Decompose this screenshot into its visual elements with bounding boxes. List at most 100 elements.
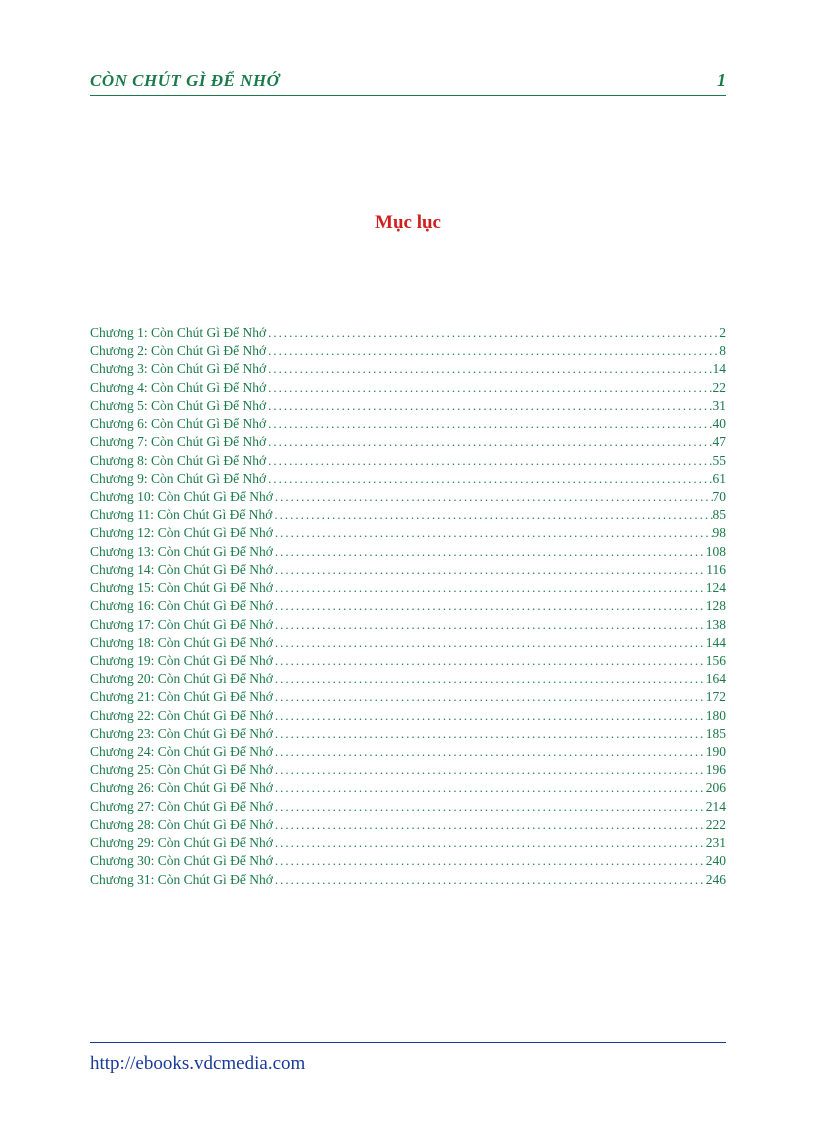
toc-leader-dots	[266, 433, 712, 451]
toc-entry[interactable]: Chương 2: Còn Chút Gì Để Nhớ8	[90, 342, 726, 360]
toc-heading: Mục lục	[90, 212, 726, 234]
toc-entry-label: Chương 5: Còn Chút Gì Để Nhớ	[90, 397, 266, 415]
toc-entry-page: 70	[713, 488, 727, 506]
toc-entry[interactable]: Chương 14: Còn Chút Gì Để Nhớ 116	[90, 561, 726, 579]
toc-entry-label: Chương 22: Còn Chút Gì Để Nhớ	[90, 707, 273, 725]
toc-entry[interactable]: Chương 16: Còn Chút Gì Để Nhớ 128	[90, 597, 726, 615]
toc-entry[interactable]: Chương 31: Còn Chút Gì Để Nhớ246	[90, 871, 726, 889]
toc-entry-label: Chương 29: Còn Chút Gì Để Nhớ	[90, 834, 273, 852]
toc-entry[interactable]: Chương 9: Còn Chút Gì Để Nhớ61	[90, 470, 726, 488]
toc-leader-dots	[273, 871, 706, 889]
page-header: CÒN CHÚT GÌ ĐỂ NHỚ 1	[90, 70, 726, 96]
toc-leader-dots	[273, 634, 706, 652]
toc-entry[interactable]: Chương 4: Còn Chút Gì Để Nhớ22	[90, 379, 726, 397]
toc-entry-label: Chương 15: Còn Chút Gì Để Nhớ	[90, 579, 273, 597]
toc-leader-dots	[273, 834, 706, 852]
toc-leader-dots	[273, 488, 713, 506]
toc-entry-page: 196	[706, 761, 726, 779]
toc-entry-page: 108	[706, 543, 726, 561]
toc-entry-label: Chương 14: Còn Chút Gì Để Nhớ	[90, 561, 273, 579]
toc-entry[interactable]: Chương 24: Còn Chút Gì Để Nhớ190	[90, 743, 726, 761]
toc-entry[interactable]: Chương 17: Còn Chút Gì Để Nhớ138	[90, 616, 726, 634]
toc-entry-page: 222	[706, 816, 726, 834]
toc-entry[interactable]: Chương 20: Còn Chút Gì Để Nhớ 164	[90, 670, 726, 688]
toc-leader-dots	[273, 561, 706, 579]
toc-leader-dots	[273, 688, 706, 706]
toc-entry-label: Chương 18: Còn Chút Gì Để Nhớ	[90, 634, 273, 652]
toc-leader-dots	[273, 616, 706, 634]
toc-entry[interactable]: Chương 27: Còn Chút Gì Để Nhớ 214	[90, 798, 726, 816]
toc-entry[interactable]: Chương 23: Còn Chút Gì Để Nhớ 185	[90, 725, 726, 743]
toc-entry-page: 185	[706, 725, 726, 743]
toc-entry-page: 55	[713, 452, 727, 470]
toc-entry[interactable]: Chương 11: Còn Chút Gì Để Nhớ85	[90, 506, 726, 524]
toc-entry[interactable]: Chương 12: Còn Chút Gì Để Nhớ98	[90, 524, 726, 542]
toc-entry[interactable]: Chương 6: Còn Chút Gì Để Nhớ 40	[90, 415, 726, 433]
toc-leader-dots	[273, 743, 706, 761]
toc-leader-dots	[266, 360, 712, 378]
toc-leader-dots	[273, 816, 706, 834]
toc-entry[interactable]: Chương 7: Còn Chút Gì Để Nhớ47	[90, 433, 726, 451]
toc-leader-dots	[266, 342, 719, 360]
toc-entry-label: Chương 13: Còn Chút Gì Để Nhớ	[90, 543, 273, 561]
header-title: CÒN CHÚT GÌ ĐỂ NHỚ	[90, 71, 279, 91]
toc-entry-label: Chương 21: Còn Chút Gì Để Nhớ	[90, 688, 273, 706]
toc-entry-page: 40	[713, 415, 727, 433]
toc-entry-page: 206	[706, 779, 726, 797]
toc-entry-page: 231	[706, 834, 726, 852]
toc-entry[interactable]: Chương 3: Còn Chút Gì Để Nhớ14	[90, 360, 726, 378]
toc-entry[interactable]: Chương 29: Còn Chút Gì Để Nhớ 231	[90, 834, 726, 852]
toc-entry-label: Chương 20: Còn Chút Gì Để Nhớ	[90, 670, 273, 688]
toc-entry-label: Chương 30: Còn Chút Gì Để Nhớ	[90, 852, 273, 870]
toc-list: Chương 1: Còn Chút Gì Để Nhớ2Chương 2: C…	[90, 324, 726, 889]
toc-entry-label: Chương 3: Còn Chút Gì Để Nhớ	[90, 360, 266, 378]
toc-entry-page: 164	[706, 670, 726, 688]
toc-entry[interactable]: Chương 28: Còn Chút Gì Để Nhớ 222	[90, 816, 726, 834]
toc-entry-label: Chương 16: Còn Chút Gì Để Nhớ	[90, 597, 273, 615]
toc-entry[interactable]: Chương 25: Còn Chút Gì Để Nhớ196	[90, 761, 726, 779]
toc-entry-page: 214	[706, 798, 726, 816]
toc-entry[interactable]: Chương 18: Còn Chút Gì Để Nhớ144	[90, 634, 726, 652]
toc-leader-dots	[266, 379, 712, 397]
toc-leader-dots	[273, 543, 706, 561]
page-number: 1	[717, 70, 726, 91]
toc-entry-label: Chương 4: Còn Chút Gì Để Nhớ	[90, 379, 266, 397]
toc-entry-page: 190	[706, 743, 726, 761]
toc-entry-page: 156	[706, 652, 726, 670]
toc-entry[interactable]: Chương 1: Còn Chút Gì Để Nhớ2	[90, 324, 726, 342]
toc-entry-page: 116	[706, 561, 726, 579]
toc-leader-dots	[272, 506, 712, 524]
toc-entry[interactable]: Chương 13: Còn Chút Gì Để Nhớ 108	[90, 543, 726, 561]
toc-leader-dots	[273, 707, 706, 725]
toc-entry-label: Chương 26: Còn Chút Gì Để Nhớ	[90, 779, 273, 797]
toc-entry-label: Chương 11: Còn Chút Gì Để Nhớ	[90, 506, 272, 524]
toc-leader-dots	[273, 597, 706, 615]
toc-entry-label: Chương 27: Còn Chút Gì Để Nhớ	[90, 798, 273, 816]
toc-entry-page: 8	[719, 342, 726, 360]
toc-entry[interactable]: Chương 10: Còn Chút Gì Để Nhớ70	[90, 488, 726, 506]
toc-entry-page: 246	[706, 871, 726, 889]
toc-entry[interactable]: Chương 15: Còn Chút Gì Để Nhớ124	[90, 579, 726, 597]
toc-entry[interactable]: Chương 22: Còn Chút Gì Để Nhớ180	[90, 707, 726, 725]
toc-entry[interactable]: Chương 30: Còn Chút Gì Để Nhớ240	[90, 852, 726, 870]
toc-entry-label: Chương 6: Còn Chút Gì Để Nhớ	[90, 415, 266, 433]
toc-entry-label: Chương 28: Còn Chút Gì Để Nhớ	[90, 816, 273, 834]
toc-entry-label: Chương 1: Còn Chút Gì Để Nhớ	[90, 324, 266, 342]
toc-entry-label: Chương 23: Còn Chút Gì Để Nhớ	[90, 725, 273, 743]
toc-leader-dots	[273, 670, 706, 688]
toc-leader-dots	[273, 761, 706, 779]
toc-entry[interactable]: Chương 8: Còn Chút Gì Để Nhớ55	[90, 452, 726, 470]
toc-leader-dots	[266, 415, 712, 433]
toc-entry[interactable]: Chương 5: Còn Chút Gì Để Nhớ31	[90, 397, 726, 415]
toc-leader-dots	[273, 852, 706, 870]
toc-entry-label: Chương 7: Còn Chút Gì Để Nhớ	[90, 433, 266, 451]
toc-entry[interactable]: Chương 26: Còn Chút Gì Để Nhớ 206	[90, 779, 726, 797]
toc-leader-dots	[273, 779, 706, 797]
toc-entry-page: 128	[706, 597, 726, 615]
toc-entry[interactable]: Chương 21: Còn Chút Gì Để Nhớ172	[90, 688, 726, 706]
toc-entry[interactable]: Chương 19: Còn Chút Gì Để Nhớ156	[90, 652, 726, 670]
toc-entry-page: 98	[713, 524, 727, 542]
toc-leader-dots	[266, 324, 719, 342]
toc-leader-dots	[266, 397, 712, 415]
toc-entry-label: Chương 9: Còn Chút Gì Để Nhớ	[90, 470, 266, 488]
